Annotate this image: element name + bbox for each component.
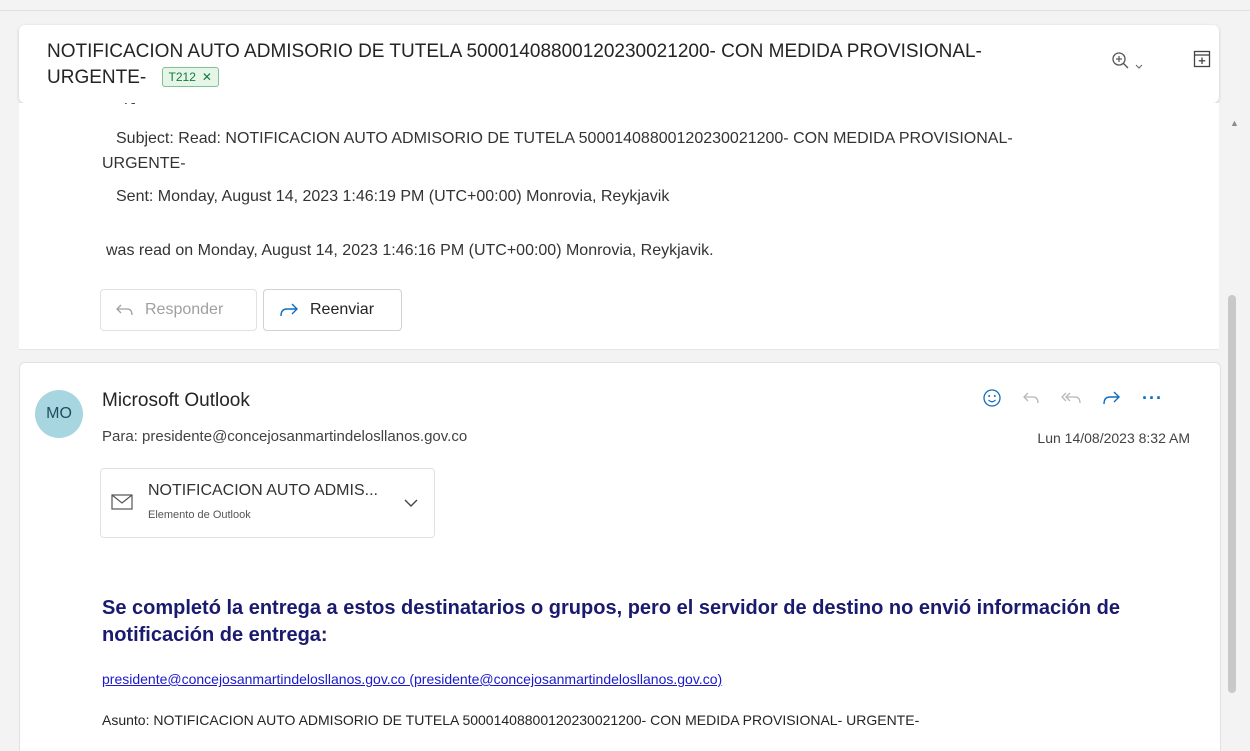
emoji-icon[interactable]	[982, 388, 1002, 408]
zoom-button[interactable]	[1111, 51, 1147, 75]
scroll-up-arrow-icon[interactable]: ▲	[1230, 118, 1239, 128]
attachment-type: Elemento de Outlook	[148, 509, 251, 521]
envelope-icon	[111, 494, 133, 515]
category-tag[interactable]: T212 ✕	[161, 67, 219, 87]
message-actions: ···	[982, 386, 1163, 410]
forward-label: Reenviar	[310, 301, 375, 318]
avatar: MO	[35, 390, 83, 438]
message-header: NOTIFICACION AUTO ADMISORIO DE TUTELA 50…	[19, 25, 1219, 103]
recipient-link[interactable]: presidente@concejosanmartindelosllanos.g…	[102, 671, 722, 687]
message-date: Lun 14/08/2023 8:32 AM	[1037, 430, 1190, 446]
tag-remove-icon[interactable]: ✕	[202, 70, 212, 84]
read-subject-line-cont: URGENTE-	[102, 155, 186, 172]
reply-label: Responder	[145, 301, 224, 318]
more-icon[interactable]: ···	[1142, 388, 1163, 409]
attachment-card[interactable]: NOTIFICACION AUTO ADMIS... Elemento de O…	[100, 468, 435, 538]
attachment-name: NOTIFICACION AUTO ADMIS...	[148, 482, 378, 499]
delivery-notice: Se completó la entrega a estos destinata…	[102, 597, 1121, 646]
sender-name[interactable]: Microsoft Outlook	[102, 390, 250, 412]
forward-button[interactable]: Reenviar	[263, 289, 402, 331]
read-confirmation-line: was read on Monday, August 14, 2023 1:46…	[106, 242, 714, 259]
open-in-new-window-button[interactable]	[1193, 50, 1211, 68]
read-subject-line: Subject: Read: NOTIFICACION AUTO ADMISOR…	[116, 130, 1013, 147]
zoom-in-icon	[1112, 52, 1143, 69]
reply-all-icon[interactable]	[1060, 391, 1082, 405]
reply-icon	[115, 303, 135, 317]
read-sent-line: Sent: Monday, August 14, 2023 1:46:19 PM…	[116, 188, 670, 205]
scrollbar-thumb[interactable]	[1228, 295, 1236, 693]
tag-label: T212	[168, 70, 196, 84]
reply-button[interactable]: Responder	[100, 289, 257, 331]
reply-icon[interactable]	[1022, 391, 1040, 405]
subject-title: NOTIFICACION AUTO ADMISORIO DE TUTELA 50…	[47, 39, 1057, 91]
forward-icon	[278, 302, 300, 318]
recipient-line: Para: presidente@concejosanmartindelosll…	[102, 428, 468, 445]
cut-off-text: To:	[121, 103, 135, 109]
subject-line: Asunto: NOTIFICACION AUTO ADMISORIO DE T…	[102, 712, 920, 728]
chevron-down-icon[interactable]	[403, 495, 419, 513]
message-card	[19, 362, 1221, 751]
top-divider	[0, 10, 1250, 11]
open-in-new-window-icon	[1193, 50, 1211, 68]
forward-icon[interactable]	[1102, 390, 1122, 406]
